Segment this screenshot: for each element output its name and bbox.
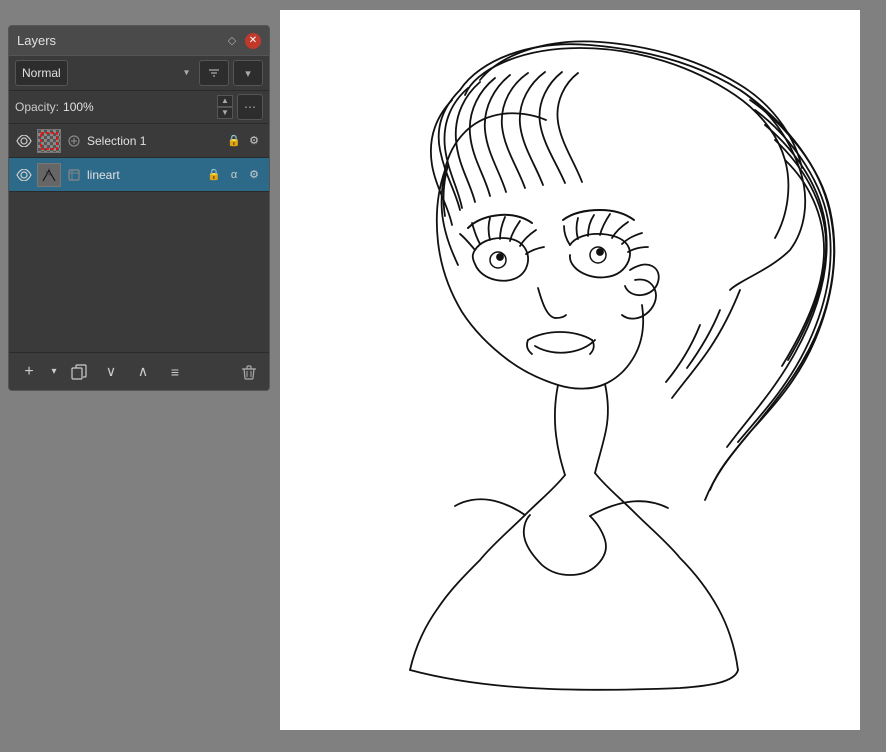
layer-item-selection1[interactable]: Selection 1 🔒 ⚙ [9, 124, 269, 158]
add-layer-button[interactable]: + [15, 358, 43, 386]
panel-menu-icon[interactable]: ◇ [225, 34, 239, 48]
properties-icon: ≡ [171, 364, 179, 380]
add-layer-dropdown[interactable]: ▾ [47, 358, 61, 386]
opacity-spinbox[interactable]: ▲ ▼ [217, 95, 233, 119]
canvas-white[interactable] [280, 10, 860, 730]
move-down-button[interactable]: ∨ [97, 358, 125, 386]
layer-empty-area [9, 192, 269, 352]
panel-toolbar: + ▾ ∨ ∧ ≡ [9, 352, 269, 390]
layer-list: Selection 1 🔒 ⚙ [9, 124, 269, 352]
blend-mode-select[interactable]: Normal [15, 60, 68, 86]
layer-name-selection1: Selection 1 [87, 134, 221, 148]
blend-mode-wrapper: Normal [15, 60, 195, 86]
filter-extra-button[interactable]: ▾ [233, 60, 263, 86]
layer-settings-selection1[interactable]: ⚙ [245, 132, 263, 150]
layer-name-lineart: lineart [87, 168, 201, 182]
layer-actions-selection1: 🔒 ⚙ [225, 132, 263, 150]
opacity-row: Opacity: 100% ▲ ▼ ⋯ [9, 91, 269, 124]
move-up-icon: ∧ [138, 363, 148, 380]
layer-eye-selection1[interactable] [15, 132, 33, 150]
drawing-svg [280, 10, 860, 730]
layer-properties-button[interactable]: ≡ [161, 358, 189, 386]
filter-button[interactable] [199, 60, 229, 86]
panel-close-button[interactable]: ✕ [245, 33, 261, 49]
layer-thumb-selection1 [37, 129, 61, 153]
layer-extra-icon-lineart [65, 166, 83, 184]
layer-actions-lineart: 🔒 α ⚙ [205, 166, 263, 184]
layer-item-lineart[interactable]: lineart 🔒 α ⚙ [9, 158, 269, 192]
canvas-area [270, 0, 886, 752]
move-up-button[interactable]: ∧ [129, 358, 157, 386]
opacity-label: Opacity: [15, 100, 59, 114]
panel-title: Layers [17, 33, 56, 48]
opacity-spin-down[interactable]: ▼ [217, 107, 233, 119]
layer-lock-selection1[interactable]: 🔒 [225, 132, 243, 150]
opacity-spin-up[interactable]: ▲ [217, 95, 233, 107]
layer-eye-lineart[interactable] [15, 166, 33, 184]
opacity-options-button[interactable]: ⋯ [237, 94, 263, 120]
panel-titlebar: Layers ◇ ✕ [9, 26, 269, 56]
add-icon: + [24, 363, 33, 381]
titlebar-icons: ◇ ✕ [225, 33, 261, 49]
blend-mode-row: Normal ▾ [9, 56, 269, 91]
layer-alpha-lineart[interactable]: α [225, 166, 243, 184]
duplicate-layer-button[interactable] [65, 358, 93, 386]
delete-layer-button[interactable] [235, 358, 263, 386]
layer-lock-lineart[interactable]: 🔒 [205, 166, 223, 184]
move-down-icon: ∨ [106, 363, 116, 380]
layer-settings-lineart[interactable]: ⚙ [245, 166, 263, 184]
layers-panel: Layers ◇ ✕ Normal ▾ Opacity: 100% ▲ ▼ [8, 25, 270, 391]
layer-extra-icon-selection1 [65, 132, 83, 150]
layer-thumb-lineart [37, 163, 61, 187]
duplicate-icon [71, 364, 87, 380]
delete-icon [241, 364, 257, 380]
opacity-value: 100% [63, 100, 94, 114]
